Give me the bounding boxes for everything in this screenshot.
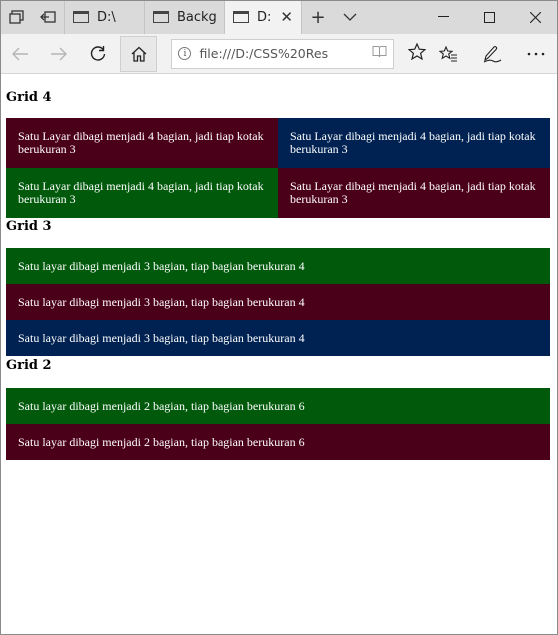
grid-2-heading: Grid 2 bbox=[6, 358, 52, 373]
title-bar: D:\ Backgı D:\ ✕ + bbox=[0, 0, 558, 34]
pen-notes-icon[interactable] bbox=[470, 34, 514, 74]
address-url: file:///D:/CSS%20Res bbox=[199, 46, 329, 61]
tab-1[interactable]: D:\ bbox=[64, 0, 144, 34]
reading-view-icon[interactable] bbox=[372, 45, 387, 62]
refresh-icon[interactable] bbox=[79, 34, 118, 74]
chevron-down-icon[interactable] bbox=[334, 0, 366, 34]
page-icon bbox=[153, 11, 169, 23]
tab-manager-icon[interactable] bbox=[0, 0, 32, 34]
address-bar[interactable]: i file:///D:/CSS%20Res bbox=[171, 38, 394, 69]
page-content: Grid 4 Satu Layar dibagi menjadi 4 bagia… bbox=[0, 74, 558, 635]
favorites-hub-icon[interactable] bbox=[426, 34, 470, 74]
grid-2-cell: Satu layar dibagi menjadi 2 bagian, tiap… bbox=[6, 388, 550, 424]
home-icon[interactable] bbox=[120, 35, 158, 72]
tab-label: D:\ bbox=[97, 9, 116, 25]
grid-4-cell: Satu Layar dibagi menjadi 4 bagian, jadi… bbox=[6, 168, 278, 218]
set-aside-tabs-icon[interactable] bbox=[32, 0, 64, 34]
tab-label: D:\ bbox=[257, 9, 270, 25]
favorite-star-icon[interactable] bbox=[407, 42, 427, 65]
grid-4-cell: Satu Layar dibagi menjadi 4 bagian, jadi… bbox=[278, 168, 550, 218]
close-icon[interactable] bbox=[512, 0, 558, 34]
toolbar-right bbox=[426, 34, 558, 74]
tab-active[interactable]: D:\ ✕ bbox=[224, 0, 302, 34]
back-arrow-icon[interactable] bbox=[0, 34, 39, 74]
grid-3-cell: Satu layar dibagi menjadi 3 bagian, tiap… bbox=[6, 248, 550, 284]
tab-2[interactable]: Backgı bbox=[144, 0, 224, 34]
grid-4-heading: Grid 4 bbox=[6, 90, 52, 105]
grid-3-cell: Satu layar dibagi menjadi 3 bagian, tiap… bbox=[6, 284, 550, 320]
maximize-icon[interactable] bbox=[466, 0, 512, 34]
page-icon bbox=[73, 11, 89, 23]
grid-4-cell: Satu Layar dibagi menjadi 4 bagian, jadi… bbox=[6, 118, 278, 168]
more-menu-icon[interactable] bbox=[514, 34, 558, 74]
tab-label: Backgı bbox=[177, 9, 216, 25]
grid-3-cell: Satu layar dibagi menjadi 3 bagian, tiap… bbox=[6, 320, 550, 356]
forward-arrow-icon[interactable] bbox=[39, 34, 78, 74]
navigation-bar: i file:///D:/CSS%20Res bbox=[0, 34, 558, 74]
new-tab-icon[interactable]: + bbox=[302, 0, 334, 34]
grid-4-cell: Satu Layar dibagi menjadi 4 bagian, jadi… bbox=[278, 118, 550, 168]
grid-3-heading: Grid 3 bbox=[6, 219, 52, 234]
info-icon[interactable]: i bbox=[178, 47, 192, 60]
window-controls bbox=[420, 0, 558, 34]
grid-2-cell: Satu layar dibagi menjadi 2 bagian, tiap… bbox=[6, 424, 550, 460]
page-icon bbox=[233, 11, 249, 23]
minimize-icon[interactable] bbox=[420, 0, 466, 34]
close-tab-icon[interactable]: ✕ bbox=[280, 8, 293, 26]
